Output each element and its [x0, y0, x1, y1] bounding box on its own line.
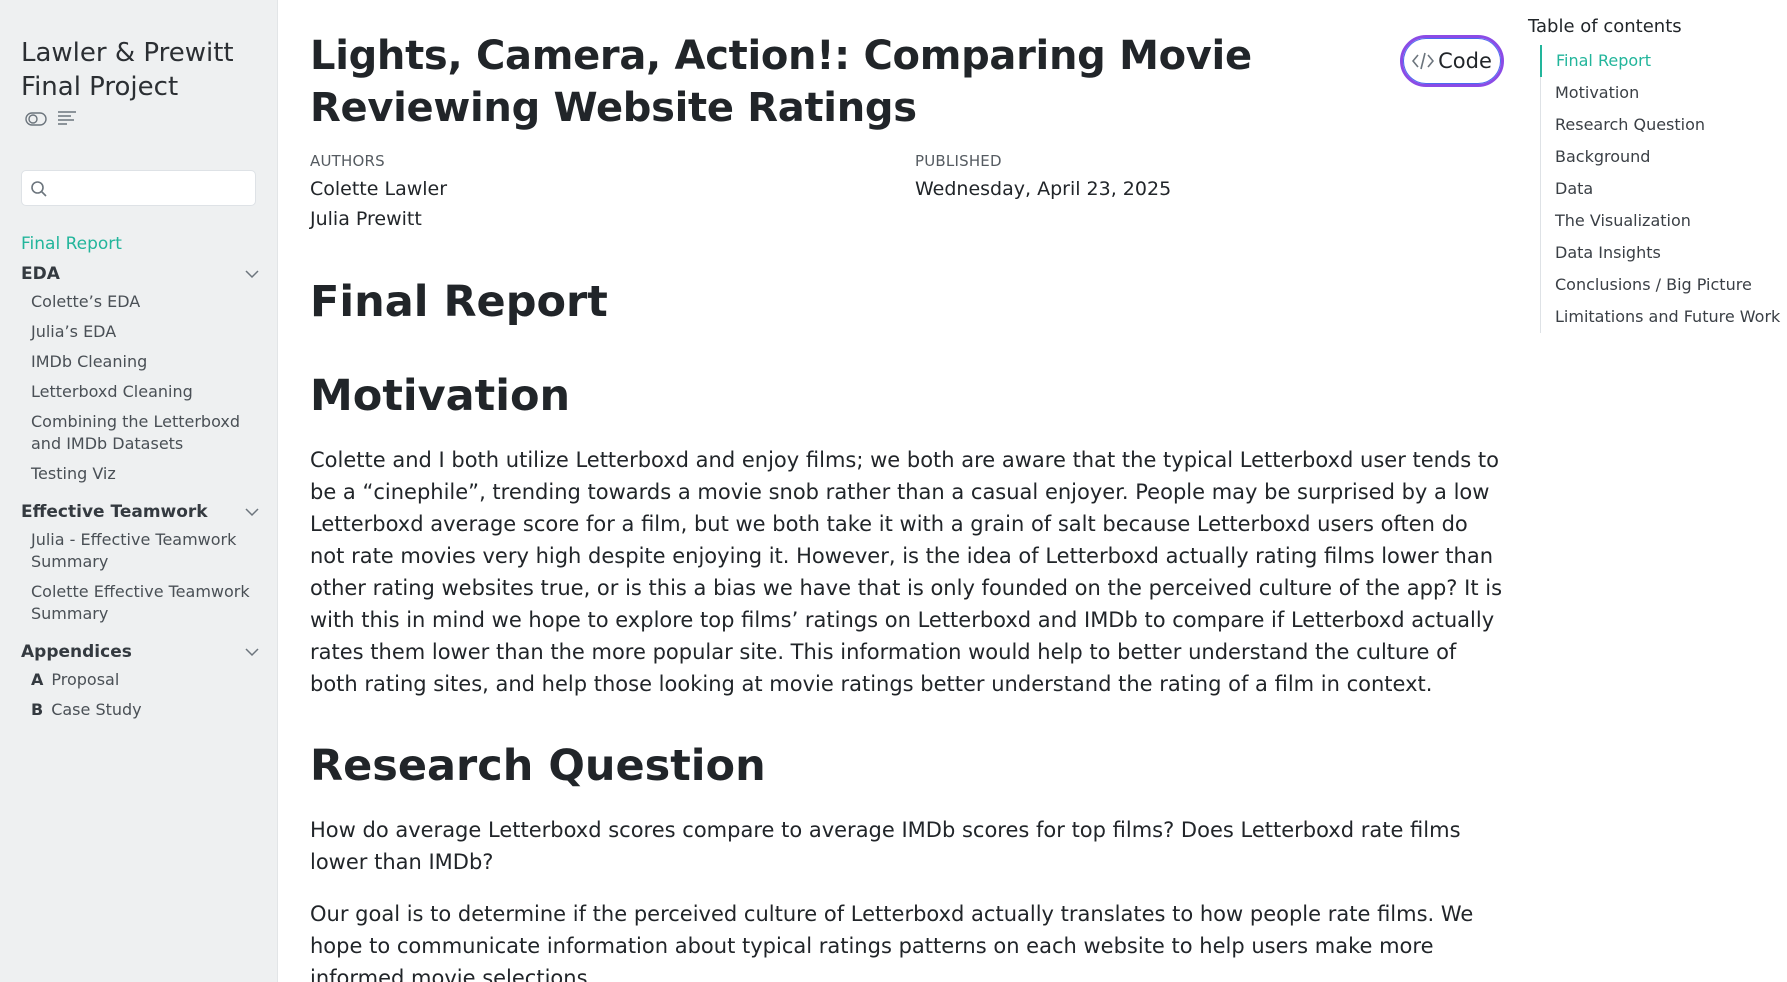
sidebar-section-eda[interactable]: EDA — [21, 261, 261, 287]
author-name: Julia Prewitt — [310, 208, 422, 230]
appendix-letter: B — [31, 700, 44, 719]
sidebar-section-label: EDA — [21, 264, 60, 284]
sidebar-subitems-eda: Colette’s EDA Julia’s EDA IMDb Cleaning … — [21, 287, 261, 499]
sidebar-item-proposal[interactable]: A Proposal — [31, 669, 261, 691]
code-icon — [1412, 52, 1435, 70]
sidebar-subitems-appendices: A Proposal B Case Study — [21, 665, 261, 735]
authors-block: AUTHORS Colette Lawler Julia Prewitt — [310, 152, 447, 234]
sidebar-item-combining-datasets[interactable]: Combining the Letterboxd and IMDb Datase… — [31, 411, 261, 455]
sidebar-item-final-report[interactable]: Final Report — [21, 234, 261, 254]
appendix-label: Case Study — [51, 700, 142, 719]
sidebar: Lawler & Prewitt Final Project Final Rep… — [0, 0, 278, 982]
toggle-dark-mode-icon[interactable] — [25, 112, 47, 126]
sidebar-tools — [25, 110, 77, 128]
toc-item-visualization[interactable]: The Visualization — [1541, 205, 1783, 237]
sidebar-section-label: Appendices — [21, 642, 132, 662]
toc-item-conclusions[interactable]: Conclusions / Big Picture — [1541, 269, 1783, 301]
reader-mode-icon[interactable] — [57, 110, 77, 128]
table-of-contents: Table of contents Final Report Motivatio… — [1528, 16, 1783, 333]
sidebar-subitems-teamwork: Julia - Effective Teamwork Summary Colet… — [21, 525, 261, 639]
author-name: Colette Lawler — [310, 178, 448, 200]
sidebar-section-label: Effective Teamwork — [21, 502, 208, 522]
chevron-down-icon[interactable] — [245, 647, 259, 657]
site-title[interactable]: Lawler & Prewitt Final Project — [21, 36, 261, 104]
sidebar-section-appendices[interactable]: Appendices — [21, 639, 261, 665]
toc-title: Table of contents — [1528, 16, 1682, 37]
heading-final-report: Final Report — [310, 277, 608, 327]
toc-item-research-question[interactable]: Research Question — [1541, 109, 1783, 141]
published-block: PUBLISHED Wednesday, April 23, 2025 — [915, 152, 1171, 204]
authors-heading: AUTHORS — [310, 152, 385, 170]
motivation-paragraph: Colette and I both utilize Letterboxd an… — [310, 448, 1503, 696]
sidebar-item-colette-teamwork[interactable]: Colette Effective Teamwork Summary — [31, 581, 261, 625]
search-icon — [31, 181, 47, 197]
sidebar-item-case-study[interactable]: B Case Study — [31, 699, 261, 721]
toc-item-data[interactable]: Data — [1541, 173, 1783, 205]
code-button-label: Code — [1438, 49, 1492, 73]
sidebar-search[interactable] — [21, 170, 256, 206]
search-input[interactable] — [54, 174, 250, 202]
sidebar-item-testing-viz[interactable]: Testing Viz — [31, 463, 261, 485]
code-button[interactable]: Code — [1400, 35, 1504, 87]
sidebar-section-effective-teamwork[interactable]: Effective Teamwork — [21, 499, 261, 525]
toc-item-limitations[interactable]: Limitations and Future Work — [1541, 301, 1783, 333]
research-paragraph: How do average Letterboxd scores compare… — [310, 818, 1461, 874]
toc-list: Final Report Motivation Research Questio… — [1540, 45, 1783, 333]
published-date: Wednesday, April 23, 2025 — [915, 178, 1172, 200]
sidebar-item-imdb-cleaning[interactable]: IMDb Cleaning — [31, 351, 261, 373]
chevron-down-icon[interactable] — [245, 269, 259, 279]
sidebar-item-colettes-eda[interactable]: Colette’s EDA — [31, 291, 261, 313]
sidebar-item-letterboxd-cleaning[interactable]: Letterboxd Cleaning — [31, 381, 261, 403]
published-heading: PUBLISHED — [915, 152, 1002, 170]
sidebar-nav: Final Report EDA Colette’s EDA Julia’s E… — [21, 234, 261, 735]
toc-item-motivation[interactable]: Motivation — [1541, 77, 1783, 109]
sidebar-item-julias-eda[interactable]: Julia’s EDA — [31, 321, 261, 343]
page-title: Lights, Camera, Action!: Comparing Movie… — [310, 33, 1252, 131]
sidebar-item-julia-teamwork[interactable]: Julia - Effective Teamwork Summary — [31, 529, 261, 573]
appendix-letter: A — [31, 670, 44, 689]
chevron-down-icon[interactable] — [245, 507, 259, 517]
toc-item-final-report[interactable]: Final Report — [1540, 45, 1783, 77]
toc-item-background[interactable]: Background — [1541, 141, 1783, 173]
appendix-label: Proposal — [51, 670, 120, 689]
toc-item-data-insights[interactable]: Data Insights — [1541, 237, 1783, 269]
heading-motivation: Motivation — [310, 371, 571, 421]
main-content: Lights, Camera, Action!: Comparing Movie… — [310, 30, 1504, 982]
heading-research-question: Research Question — [310, 741, 766, 791]
goal-paragraph: Our goal is to determine if the perceive… — [310, 902, 1474, 982]
